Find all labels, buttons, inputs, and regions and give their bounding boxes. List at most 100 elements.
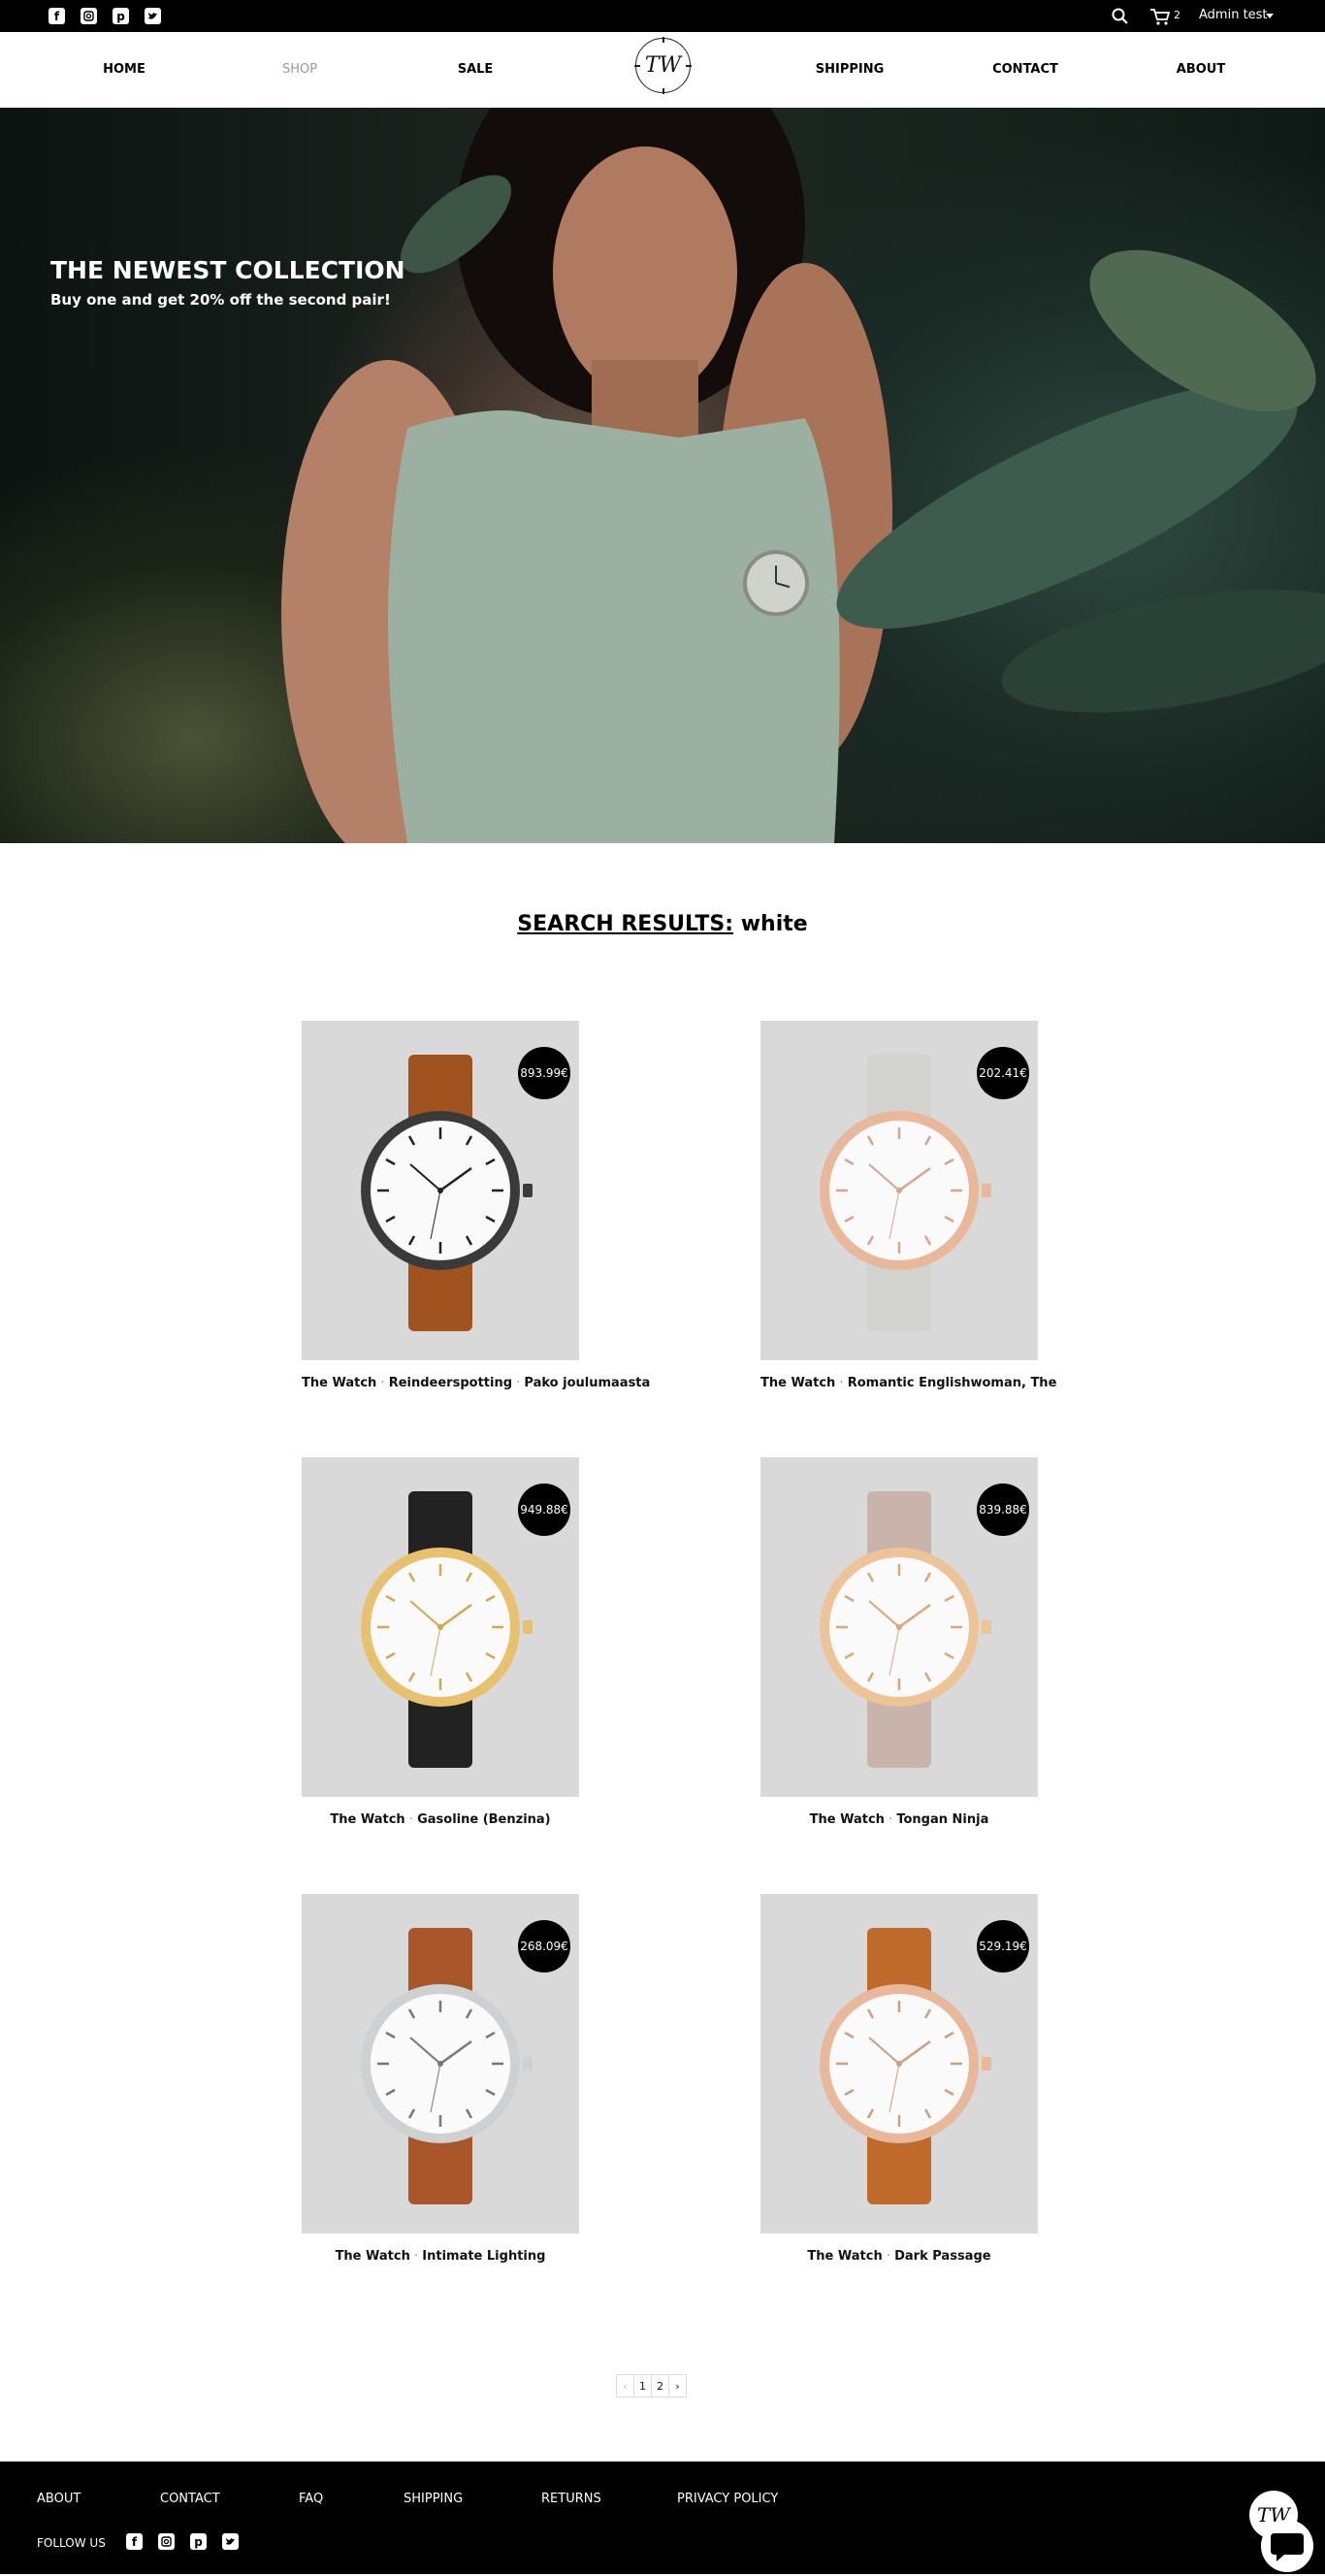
pagination: ‹ 1 2 › xyxy=(616,2374,687,2397)
product-brand: The Watch xyxy=(302,1376,377,1390)
twitter-icon[interactable] xyxy=(145,8,161,24)
watch-pin xyxy=(896,1188,902,1193)
product-title[interactable]: The Watch · Intimate Lighting xyxy=(302,2249,579,2264)
pinterest-icon[interactable]: p xyxy=(113,8,129,24)
cart-count-badge: 2 xyxy=(1174,9,1180,21)
chevron-down-icon[interactable] xyxy=(1266,14,1274,18)
search-query: white xyxy=(740,912,808,936)
product-name: Romantic Englishwoman, The xyxy=(847,1376,1057,1390)
nav-sale[interactable]: SALE xyxy=(417,62,533,77)
search-results-heading: SEARCH RESULTS: white xyxy=(0,912,1325,936)
watch-crown xyxy=(523,2057,533,2071)
nav-shipping[interactable]: SHIPPING xyxy=(792,62,908,77)
title-separator: · xyxy=(835,1376,848,1390)
pagination-next[interactable]: › xyxy=(668,2374,687,2397)
price-badge: 893.99€ xyxy=(518,1047,570,1099)
nav-contact[interactable]: CONTACT xyxy=(967,62,1083,77)
product-card[interactable]: 268.09€ The Watch · Intimate Lighting xyxy=(302,1894,579,2264)
product-title[interactable]: The Watch · Romantic Englishwoman, The xyxy=(760,1376,1056,1390)
hero-subtitle: Buy one and get 20% off the second pair! xyxy=(50,291,391,309)
nav-shop[interactable]: SHOP xyxy=(242,62,358,77)
watch-crown xyxy=(523,1620,533,1634)
search-icon[interactable] xyxy=(1111,7,1130,26)
product-brand: The Watch xyxy=(809,1812,885,1827)
footer: ABOUT CONTACT FAQ SHIPPING RETURNS PRIVA… xyxy=(0,2462,1325,2574)
site-logo[interactable]: TW xyxy=(634,37,692,94)
hero-banner: THE NEWEST COLLECTION Buy one and get 20… xyxy=(0,108,1325,843)
top-bar: f p 2 Admin test xyxy=(0,0,1325,32)
product-name: Intimate Lighting xyxy=(422,2249,546,2264)
chat-widget[interactable] xyxy=(1261,2520,1313,2572)
price-badge: 268.09€ xyxy=(518,1920,570,1973)
footer-link-returns[interactable]: RETURNS xyxy=(541,2492,601,2506)
logo-tick xyxy=(662,37,664,43)
product-title[interactable]: The Watch · Dark Passage xyxy=(760,2249,1038,2264)
product-card[interactable]: 839.88€ The Watch · Tongan Ninja xyxy=(760,1457,1038,1827)
cart-icon[interactable] xyxy=(1149,7,1171,26)
product-name: Reindeerspotting xyxy=(388,1376,513,1390)
watch-crown xyxy=(982,1620,991,1634)
watch-pin xyxy=(437,2061,443,2067)
nav-home[interactable]: HOME xyxy=(66,62,182,77)
watch-crown xyxy=(523,1184,533,1197)
product-brand: The Watch xyxy=(760,1376,836,1390)
watch-crown xyxy=(982,1184,991,1197)
logo-tick xyxy=(634,65,640,67)
user-menu[interactable]: Admin test xyxy=(1199,8,1268,22)
follow-us-label: FOLLOW US xyxy=(37,2536,106,2550)
product-extra: Pako joulumaasta xyxy=(524,1376,651,1390)
twitter-icon[interactable] xyxy=(222,2533,239,2550)
title-separator: · xyxy=(882,2249,895,2264)
product-image[interactable]: 529.19€ xyxy=(760,1894,1038,2234)
instagram-icon[interactable] xyxy=(158,2533,175,2550)
product-title[interactable]: The Watch · Gasoline (Benzina) xyxy=(302,1812,579,1827)
title-separator: · xyxy=(409,2249,423,2264)
main-nav: HOME SHOP SALE TW SHIPPING CONTACT ABOUT xyxy=(0,32,1325,108)
instagram-icon[interactable] xyxy=(81,8,97,24)
product-image[interactable]: 949.88€ xyxy=(302,1457,579,1797)
title-separator: · xyxy=(404,1812,418,1827)
facebook-icon[interactable]: f xyxy=(126,2533,143,2550)
footer-link-privacy[interactable]: PRIVACY POLICY xyxy=(677,2492,778,2506)
logo-tick xyxy=(686,65,692,67)
footer-link-faq[interactable]: FAQ xyxy=(299,2492,323,2506)
product-name: Gasoline (Benzina) xyxy=(417,1812,551,1827)
product-card[interactable]: 529.19€ The Watch · Dark Passage xyxy=(760,1894,1038,2264)
price-badge: 202.41€ xyxy=(977,1047,1029,1099)
watch-pin xyxy=(896,1624,902,1630)
product-brand: The Watch xyxy=(335,2249,410,2264)
logo-text: TW xyxy=(644,53,682,78)
product-name: Tongan Ninja xyxy=(896,1812,989,1827)
pagination-prev[interactable]: ‹ xyxy=(616,2374,634,2397)
product-image[interactable]: 268.09€ xyxy=(302,1894,579,2234)
product-brand: The Watch xyxy=(807,2249,883,2264)
product-image[interactable]: 839.88€ xyxy=(760,1457,1038,1797)
pagination-page-1[interactable]: 1 xyxy=(633,2374,652,2397)
product-image[interactable]: 202.41€ xyxy=(760,1021,1038,1360)
facebook-icon[interactable]: f xyxy=(48,8,65,24)
title-separator: · xyxy=(376,1376,389,1390)
title-separator: · xyxy=(512,1376,525,1390)
hero-image xyxy=(281,108,1325,843)
pagination-page-2[interactable]: 2 xyxy=(651,2374,669,2397)
search-results-label: SEARCH RESULTS: xyxy=(517,912,734,936)
chat-icon xyxy=(1271,2533,1304,2561)
watch-pin xyxy=(437,1624,443,1630)
price-badge: 839.88€ xyxy=(977,1484,1029,1536)
watch-pin xyxy=(896,2061,902,2067)
title-separator: · xyxy=(884,1812,897,1827)
pinterest-icon[interactable]: p xyxy=(190,2533,207,2550)
product-card[interactable]: 202.41€ The Watch · Romantic Englishwoma… xyxy=(760,1021,1056,1390)
footer-link-about[interactable]: ABOUT xyxy=(37,2492,81,2506)
price-badge: 529.19€ xyxy=(977,1920,1029,1973)
product-name: Dark Passage xyxy=(894,2249,991,2264)
footer-link-contact[interactable]: CONTACT xyxy=(160,2492,220,2506)
product-title[interactable]: The Watch · Tongan Ninja xyxy=(760,1812,1038,1827)
product-card[interactable]: 949.88€ The Watch · Gasoline (Benzina) xyxy=(302,1457,579,1827)
product-title[interactable]: The Watch · Reindeerspotting · Pako joul… xyxy=(302,1376,650,1390)
product-image[interactable]: 893.99€ xyxy=(302,1021,579,1360)
logo-tick xyxy=(662,88,664,94)
nav-about[interactable]: ABOUT xyxy=(1143,62,1259,77)
product-card[interactable]: 893.99€ The Watch · Reindeerspotting · P… xyxy=(302,1021,650,1390)
footer-link-shipping[interactable]: SHIPPING xyxy=(404,2492,463,2506)
